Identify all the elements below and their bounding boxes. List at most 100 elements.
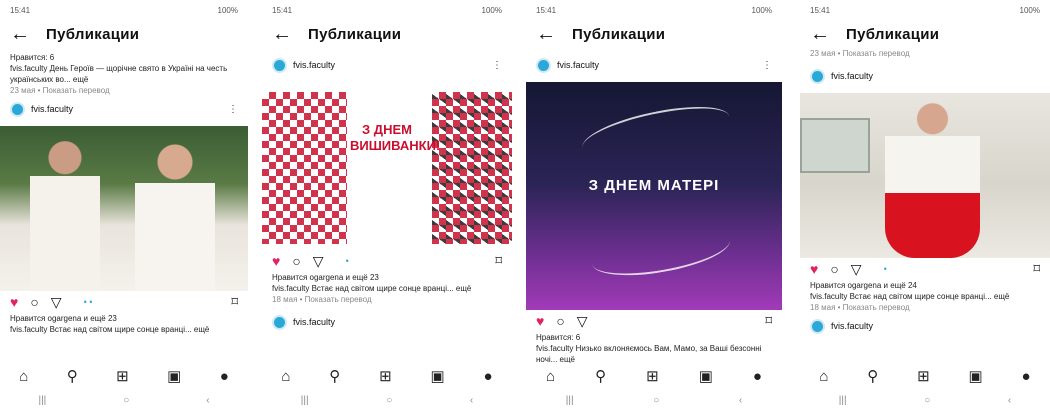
home-button[interactable]: ○	[386, 395, 392, 406]
recents-button[interactable]: |||	[301, 395, 309, 406]
reels-icon[interactable]: ▣	[430, 367, 444, 385]
account-name[interactable]: fvis.faculty	[831, 71, 873, 81]
post-caption[interactable]: fvis.faculty День Героїв — щорічне свято…	[0, 63, 248, 85]
home-icon[interactable]: ⌂	[281, 368, 290, 385]
like-icon[interactable]: ♥	[536, 313, 544, 329]
post-meta-bottom[interactable]: 18 мая • Показать перевод	[800, 302, 1050, 313]
reels-icon[interactable]: ▣	[968, 367, 982, 385]
search-icon[interactable]: ⚲	[867, 367, 878, 385]
bookmark-icon[interactable]: ⌑	[495, 253, 502, 269]
search-icon[interactable]: ⚲	[595, 367, 606, 385]
comment-icon[interactable]: ○	[292, 253, 300, 269]
bookmark-icon[interactable]: ⌑	[231, 294, 238, 310]
recents-button[interactable]: |||	[38, 395, 46, 406]
more-options-icon[interactable]: ⋮	[228, 104, 238, 115]
recents-button[interactable]: |||	[566, 395, 574, 406]
reels-icon[interactable]: ▣	[167, 367, 181, 385]
search-icon[interactable]: ⚲	[67, 367, 78, 385]
back-arrow-icon[interactable]: ←	[10, 24, 30, 44]
status-battery: 100%	[481, 5, 502, 15]
avatar[interactable]	[10, 101, 25, 117]
bookmark-icon[interactable]: ⌑	[1033, 261, 1040, 277]
likes-text[interactable]: Нравится ogargena и ещё 23	[262, 272, 512, 283]
account-row[interactable]: fvis.faculty	[800, 63, 1050, 89]
post-photo[interactable]	[0, 126, 248, 291]
home-icon[interactable]: ⌂	[546, 368, 555, 385]
comment-icon[interactable]: ○	[30, 294, 38, 310]
home-button[interactable]: ○	[123, 395, 129, 406]
back-arrow-icon[interactable]: ←	[272, 24, 292, 44]
account-row[interactable]: fvis.faculty ⋮	[262, 52, 512, 78]
profile-icon[interactable]: ●	[220, 368, 229, 385]
account-row[interactable]: fvis.faculty ⋮	[0, 96, 248, 122]
comment-icon[interactable]: ○	[830, 261, 838, 277]
likes-text[interactable]: Нравится ogargena и ещё 23	[0, 313, 248, 324]
like-icon[interactable]: ♥	[272, 253, 280, 269]
share-icon[interactable]: ▽	[577, 313, 588, 330]
caption-text[interactable]: fvis.faculty Встає над світом щире сонце…	[262, 283, 512, 294]
back-button[interactable]: ‹	[1008, 395, 1011, 406]
likes-count: Нравится: 6	[10, 53, 55, 62]
home-button[interactable]: ○	[924, 395, 930, 406]
account-name[interactable]: fvis.faculty	[293, 60, 335, 70]
reels-icon[interactable]: ▣	[699, 367, 713, 385]
caption-text[interactable]: fvis.faculty Встає над світом щире сонце…	[0, 324, 248, 335]
more-options-icon[interactable]: ⋮	[492, 60, 502, 71]
account-row[interactable]: fvis.faculty ⋮	[526, 52, 782, 78]
account-row-next[interactable]: fvis.faculty	[262, 309, 512, 335]
page-title: Публикации	[46, 25, 140, 43]
profile-icon[interactable]: ●	[483, 368, 492, 385]
profile-icon[interactable]: ●	[1021, 368, 1030, 385]
likes-text[interactable]: Нравится ogargena и ещё 24	[800, 280, 1050, 291]
status-time: 15:41	[10, 5, 31, 15]
avatar[interactable]	[272, 314, 287, 330]
create-icon[interactable]: ⊞	[379, 367, 392, 385]
banner-text: З ДНЕМ ВИШИВАНКИ!	[350, 122, 441, 153]
search-icon[interactable]: ⚲	[329, 367, 340, 385]
post-photo[interactable]	[800, 93, 1050, 258]
account-name[interactable]: fvis.faculty	[293, 317, 335, 327]
embroidery-pattern-left	[262, 92, 347, 244]
like-icon[interactable]: ♥	[810, 261, 818, 277]
header: ← Публикации	[262, 20, 512, 48]
avatar[interactable]	[810, 68, 825, 84]
create-icon[interactable]: ⊞	[116, 367, 129, 385]
create-icon[interactable]: ⊞	[917, 367, 930, 385]
avatar[interactable]	[536, 57, 551, 73]
post-meta[interactable]: 23 мая • Показать перевод	[800, 48, 1050, 59]
share-icon[interactable]: ▽	[851, 261, 862, 278]
status-battery: 100%	[751, 5, 772, 15]
more-options-icon[interactable]: ⋮	[762, 60, 772, 71]
profile-icon[interactable]: ●	[753, 368, 762, 385]
post-image-mothers-day[interactable]: З ДНЕМ МАТЕРІ	[526, 82, 782, 310]
home-icon[interactable]: ⌂	[819, 368, 828, 385]
caption-text[interactable]: fvis.faculty Встає над світом щире сонце…	[800, 291, 1050, 302]
caption-text[interactable]: fvis.faculty Низько вклоняємось Вам, Мам…	[526, 343, 782, 365]
post-meta[interactable]: 18 мая • Показать перевод	[262, 294, 512, 305]
phone-screen-4: 15:41 100% ← Публикации 23 мая • Показат…	[800, 0, 1050, 411]
post-image-vyshyvanka[interactable]: З ДНЕМ ВИШИВАНКИ!	[262, 92, 512, 244]
avatar[interactable]	[810, 318, 825, 334]
account-name[interactable]: fvis.faculty	[31, 104, 73, 114]
back-arrow-icon[interactable]: ←	[810, 24, 830, 44]
status-bar: 15:41 100%	[800, 0, 1050, 20]
share-icon[interactable]: ▽	[51, 294, 62, 311]
share-icon[interactable]: ▽	[313, 253, 324, 270]
account-name[interactable]: fvis.faculty	[831, 321, 873, 331]
home-button[interactable]: ○	[653, 395, 659, 406]
back-button[interactable]: ‹	[470, 395, 473, 406]
home-icon[interactable]: ⌂	[19, 368, 28, 385]
back-button[interactable]: ‹	[206, 395, 209, 406]
recents-button[interactable]: |||	[839, 395, 847, 406]
account-name[interactable]: fvis.faculty	[557, 60, 599, 70]
post-meta[interactable]: 23 мая • Показать перевод	[0, 85, 248, 96]
create-icon[interactable]: ⊞	[646, 367, 659, 385]
back-arrow-icon[interactable]: ←	[536, 24, 556, 44]
back-button[interactable]: ‹	[739, 395, 742, 406]
bookmark-icon[interactable]: ⌑	[765, 313, 772, 329]
likes-text[interactable]: Нравится: 6	[526, 332, 782, 343]
like-icon[interactable]: ♥	[10, 294, 18, 310]
account-row-next[interactable]: fvis.faculty	[800, 313, 1050, 339]
avatar[interactable]	[272, 57, 287, 73]
comment-icon[interactable]: ○	[556, 313, 564, 329]
